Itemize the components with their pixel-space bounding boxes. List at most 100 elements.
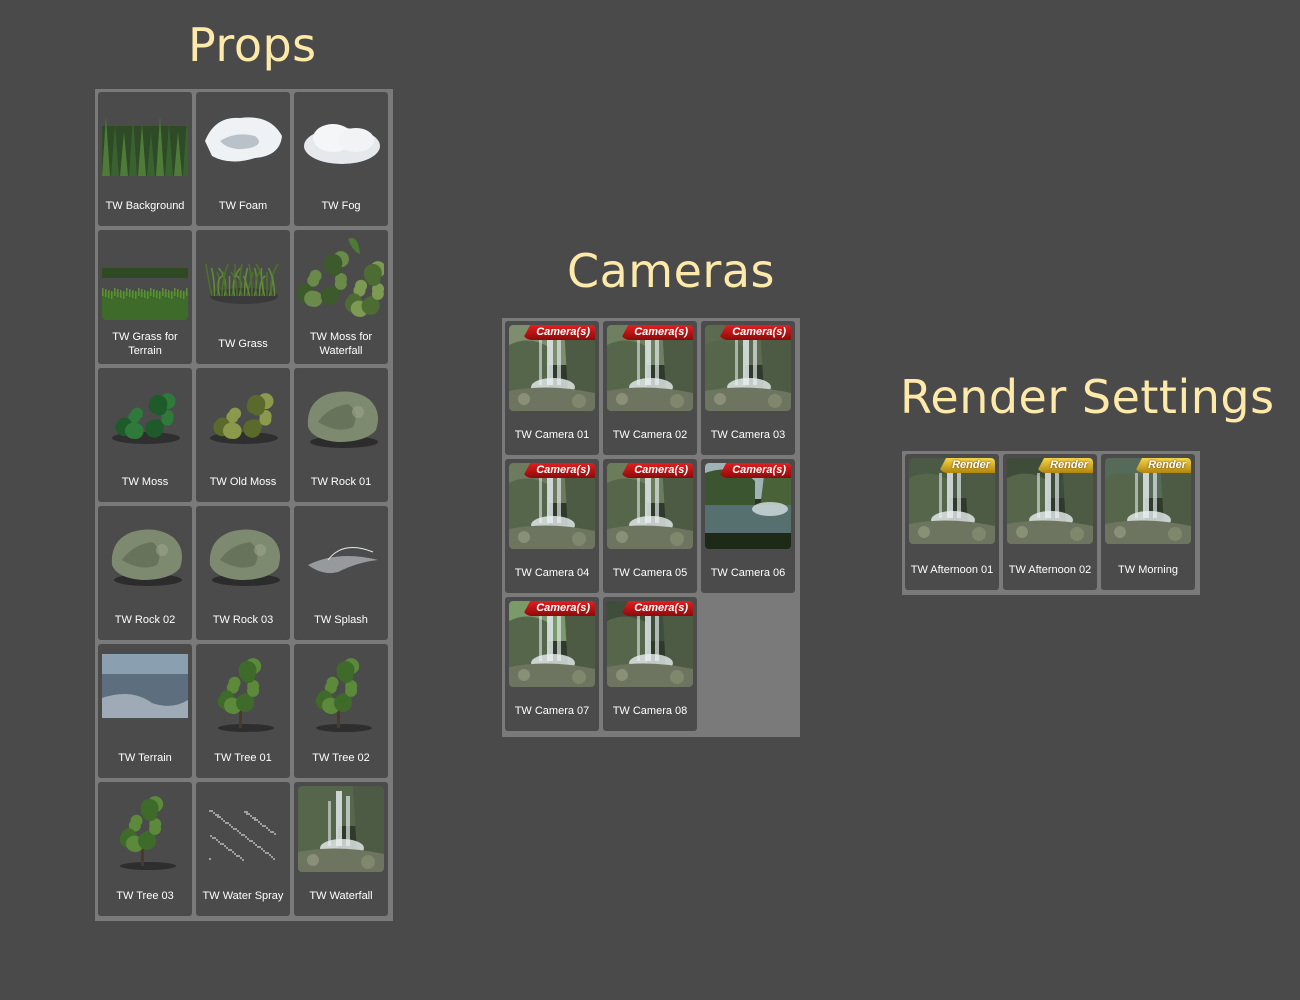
tree-thumbnail-icon [298, 648, 384, 734]
camera-tile[interactable]: Camera(s) TW Camera 08 [603, 597, 697, 731]
water-spray-thumbnail-icon [200, 786, 286, 872]
prop-label: TW Terrain [118, 752, 172, 764]
render-preset-tile[interactable]: Render TW Afternoon 01 [905, 454, 999, 590]
camera-label: TW Camera 06 [710, 567, 786, 579]
moss-waterfall-thumbnail-icon [298, 234, 384, 320]
camera-tile[interactable]: Camera(s) TW Camera 07 [505, 597, 599, 731]
camera-label: TW Camera 02 [612, 429, 688, 441]
foam-thumbnail-icon [200, 96, 286, 182]
cameras-grid: Camera(s) TW Camera 01 Camera(s) TW Camera… [505, 321, 797, 731]
camera-label: TW Camera 08 [612, 705, 688, 717]
camera-label: TW Camera 07 [514, 705, 590, 717]
moss-thumbnail-icon [102, 372, 188, 458]
render-badge: Render [1134, 458, 1191, 473]
prop-tile[interactable]: TW Tree 03 [98, 782, 192, 916]
grass-thumbnail-icon [200, 234, 286, 320]
camera-preview-thumbnail-icon: Camera(s) [509, 463, 595, 549]
prop-label: TW Moss for Waterfall [309, 331, 373, 357]
prop-tile[interactable]: TW Foam [196, 92, 290, 226]
render-preset-tile[interactable]: Render TW Morning [1101, 454, 1195, 590]
camera-tile[interactable]: Camera(s) TW Camera 01 [505, 321, 599, 455]
render-preset-tile[interactable]: Render TW Afternoon 02 [1003, 454, 1097, 590]
prop-tile[interactable]: TW Rock 01 [294, 368, 388, 502]
prop-tile[interactable]: TW Tree 01 [196, 644, 290, 778]
prop-label: TW Grass for Terrain [112, 331, 178, 357]
old-moss-thumbnail-icon [200, 372, 286, 458]
camera-tile[interactable]: Camera(s) TW Camera 02 [603, 321, 697, 455]
prop-tile[interactable]: TW Grass for Terrain [98, 230, 192, 364]
camera-preview-thumbnail-icon: Camera(s) [509, 325, 595, 411]
props-grid: TW Background TW Foam TW Fog TW Grass for T… [98, 92, 390, 916]
camera-badge: Camera(s) [522, 601, 595, 616]
camera-label: TW Camera 03 [710, 429, 786, 441]
prop-label: TW Foam [218, 200, 268, 212]
prop-tile[interactable]: TW Rock 03 [196, 506, 290, 640]
prop-tile[interactable]: TW Waterfall [294, 782, 388, 916]
fog-thumbnail-icon [298, 96, 384, 182]
camera-tile[interactable]: Camera(s) TW Camera 06 [701, 459, 795, 593]
prop-tile[interactable]: TW Old Moss [196, 368, 290, 502]
camera-badge: Camera(s) [718, 325, 791, 340]
prop-tile[interactable]: TW Water Spray [196, 782, 290, 916]
camera-tile[interactable]: Camera(s) TW Camera 05 [603, 459, 697, 593]
rock-thumbnail-icon [200, 510, 286, 596]
prop-label: TW Rock 03 [212, 614, 274, 626]
camera-badge: Camera(s) [522, 325, 595, 340]
camera-badge: Camera(s) [620, 463, 693, 478]
camera-badge: Camera(s) [522, 463, 595, 478]
camera-badge: Camera(s) [718, 463, 791, 478]
render-badge: Render [1036, 458, 1093, 473]
prop-label: TW Rock 01 [310, 476, 372, 488]
prop-label: TW Tree 01 [214, 752, 272, 764]
prop-label: TW Moss [121, 476, 169, 488]
prop-label: TW Tree 03 [116, 890, 174, 902]
camera-preview-thumbnail-icon: Camera(s) [509, 601, 595, 687]
camera-badge: Camera(s) [620, 325, 693, 340]
render-settings-title: Render Settings [900, 370, 1275, 424]
prop-tile[interactable]: TW Background [98, 92, 192, 226]
camera-preview-thumbnail-icon: Camera(s) [607, 463, 693, 549]
cameras-title: Cameras [567, 244, 775, 298]
camera-preview-thumbnail-icon: Camera(s) [607, 325, 693, 411]
prop-label: TW Water Spray [202, 890, 284, 902]
render-settings-panel: Render TW Afternoon 01 Render TW Afternoon… [902, 451, 1200, 595]
prop-label: TW Waterfall [309, 890, 373, 902]
terrain-thumbnail-icon [102, 648, 188, 734]
forest-thumbnail-icon [102, 96, 188, 182]
camera-tile[interactable]: Camera(s) TW Camera 03 [701, 321, 795, 455]
tree-thumbnail-icon [200, 648, 286, 734]
camera-preview-thumbnail-icon: Camera(s) [705, 325, 791, 411]
prop-tile[interactable]: TW Tree 02 [294, 644, 388, 778]
prop-label: TW Old Moss [209, 476, 277, 488]
camera-label: TW Camera 05 [612, 567, 688, 579]
prop-label: TW Background [105, 200, 185, 212]
render-settings-grid: Render TW Afternoon 01 Render TW Afternoon… [905, 454, 1197, 590]
rock-thumbnail-icon [102, 510, 188, 596]
camera-preview-thumbnail-icon: Camera(s) [607, 601, 693, 687]
prop-tile[interactable]: TW Splash [294, 506, 388, 640]
splash-thumbnail-icon [298, 510, 384, 596]
render-preview-thumbnail-icon: Render [1105, 458, 1191, 544]
render-preset-label: TW Morning [1118, 564, 1178, 576]
prop-tile[interactable]: TW Moss for Waterfall [294, 230, 388, 364]
render-preview-thumbnail-icon: Render [909, 458, 995, 544]
waterfall-thumbnail-icon [298, 786, 384, 872]
tree-thumbnail-icon [102, 786, 188, 872]
render-badge: Render [938, 458, 995, 473]
prop-tile[interactable]: TW Grass [196, 230, 290, 364]
prop-tile[interactable]: TW Moss [98, 368, 192, 502]
render-preset-label: TW Afternoon 01 [910, 564, 994, 576]
prop-tile[interactable]: TW Fog [294, 92, 388, 226]
cameras-panel: Camera(s) TW Camera 01 Camera(s) TW Camera… [502, 318, 800, 737]
camera-label: TW Camera 01 [514, 429, 590, 441]
prop-label: TW Tree 02 [312, 752, 370, 764]
camera-tile[interactable]: Camera(s) TW Camera 04 [505, 459, 599, 593]
prop-label: TW Grass [218, 338, 268, 350]
camera-preview-thumbnail-icon: Camera(s) [705, 463, 791, 549]
prop-label: TW Splash [314, 614, 368, 626]
prop-tile[interactable]: TW Rock 02 [98, 506, 192, 640]
camera-badge: Camera(s) [620, 601, 693, 616]
rock-thumbnail-icon [298, 372, 384, 458]
prop-tile[interactable]: TW Terrain [98, 644, 192, 778]
render-preset-label: TW Afternoon 02 [1008, 564, 1092, 576]
